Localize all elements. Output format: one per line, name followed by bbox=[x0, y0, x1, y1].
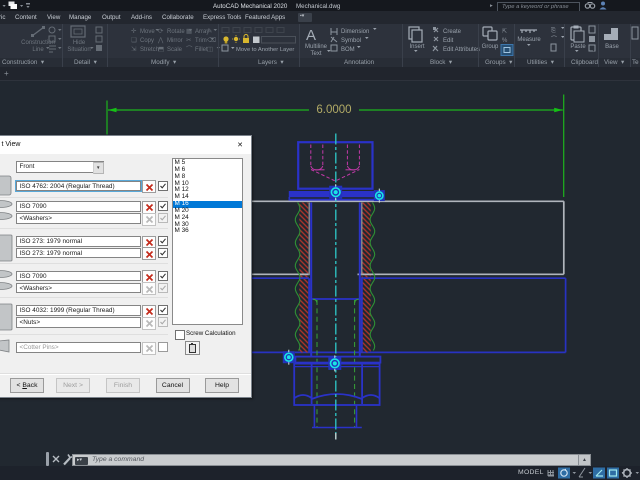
svg-text:Measure: Measure bbox=[517, 37, 541, 43]
svg-text:Edit: Edit bbox=[443, 38, 454, 44]
svg-text:%: % bbox=[502, 38, 508, 44]
svg-text:✂: ✂ bbox=[186, 37, 192, 44]
svg-text:Scale: Scale bbox=[167, 47, 183, 53]
svg-text:Paste: Paste bbox=[570, 44, 586, 50]
svg-text:Line: Line bbox=[32, 47, 44, 53]
svg-text:⌫: ⌫ bbox=[207, 36, 217, 44]
svg-text:Edit Attributes: Edit Attributes bbox=[443, 47, 480, 53]
svg-text:⇲: ⇲ bbox=[131, 45, 137, 53]
svg-text:Group: Group bbox=[482, 44, 499, 50]
svg-text:6.0000: 6.0000 bbox=[316, 104, 351, 116]
svg-text:❏: ❏ bbox=[131, 36, 137, 44]
svg-text:Situation: Situation bbox=[67, 47, 90, 53]
svg-text:▦: ▦ bbox=[186, 28, 192, 35]
svg-text:✎: ✎ bbox=[207, 28, 213, 35]
svg-text:Mirror: Mirror bbox=[167, 38, 183, 44]
svg-text:⋀: ⋀ bbox=[157, 36, 164, 44]
svg-text:⎘: ⎘ bbox=[551, 27, 556, 34]
svg-text:✛: ✛ bbox=[131, 27, 137, 35]
svg-text:⌒: ⌒ bbox=[551, 36, 557, 43]
svg-text:Copy: Copy bbox=[140, 38, 154, 44]
svg-text:Base: Base bbox=[605, 44, 619, 50]
svg-text:⌒: ⌒ bbox=[186, 45, 193, 53]
svg-text:Symbol: Symbol bbox=[341, 38, 361, 44]
svg-text:Move: Move bbox=[140, 29, 155, 35]
svg-text:Dimension: Dimension bbox=[341, 29, 369, 35]
svg-text:Construction: Construction bbox=[21, 40, 55, 46]
svg-text:◫: ◫ bbox=[207, 46, 213, 53]
svg-text:Move to Another Layer: Move to Another Layer bbox=[236, 47, 294, 53]
svg-text:Create: Create bbox=[443, 29, 462, 35]
svg-text:⟳: ⟳ bbox=[158, 28, 164, 35]
svg-text:BOM: BOM bbox=[341, 47, 355, 53]
svg-text:⇱: ⇱ bbox=[502, 28, 507, 35]
svg-text:Trim: Trim bbox=[195, 38, 207, 44]
svg-text:Insert: Insert bbox=[409, 44, 424, 50]
svg-text:Hide: Hide bbox=[73, 40, 86, 46]
svg-text:Stretch: Stretch bbox=[140, 47, 159, 53]
svg-text:A: A bbox=[306, 27, 316, 44]
svg-text:⬒: ⬒ bbox=[158, 46, 164, 53]
svg-text:Text: Text bbox=[310, 51, 321, 57]
svg-text:Multiline: Multiline bbox=[305, 44, 328, 50]
svg-text:Rotate: Rotate bbox=[167, 29, 185, 35]
